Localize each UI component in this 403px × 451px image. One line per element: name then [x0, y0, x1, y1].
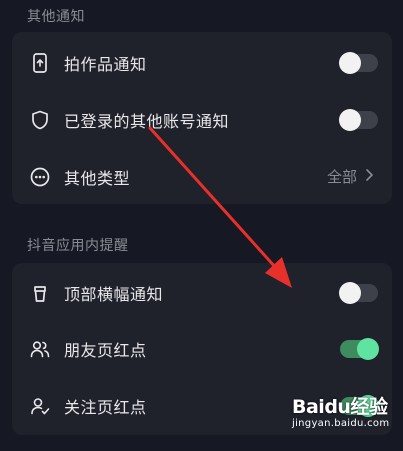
row-other-types[interactable]: 其他类型 全部 [12, 148, 392, 205]
notification-settings-page: 其他通知 拍作品通知 已登录的其他账号通知 其他类型 全部 抖音应用内提醒 顶部… [0, 0, 403, 451]
chevron-right-icon [365, 168, 374, 186]
baidu-watermark: Baidu经验 jingyan.baidu.com [292, 392, 392, 429]
other-notifications-card: 拍作品通知 已登录的其他账号通知 其他类型 全部 [12, 32, 392, 204]
phone-upload-icon [28, 51, 52, 75]
row-label: 其他类型 [64, 168, 131, 188]
other-accounts-toggle[interactable] [339, 108, 378, 131]
row-other-accounts-notification[interactable]: 已登录的其他账号通知 [12, 91, 392, 148]
toggle-knob [339, 51, 361, 74]
row-top-banner-notification[interactable]: 顶部横幅通知 [12, 264, 392, 321]
more-circle-icon [28, 165, 52, 189]
section-title-in-app-reminders: 抖音应用内提醒 [27, 238, 129, 254]
row-friends-page-red-dot[interactable]: 朋友页红点 [12, 320, 392, 377]
toggle-knob [339, 281, 361, 304]
baidu-jingyan-logo: Baidu经验 [292, 396, 388, 418]
cup-icon [28, 281, 52, 305]
friends-page-red-dot-toggle[interactable] [340, 337, 379, 360]
top-banner-toggle[interactable] [339, 281, 378, 304]
user-check-icon [28, 394, 52, 418]
toggle-knob [339, 108, 361, 131]
watermark-url: jingyan.baidu.com [292, 418, 390, 429]
row-shoot-works-notification[interactable]: 拍作品通知 [12, 34, 392, 91]
other-types-value[interactable]: 全部 [327, 167, 374, 187]
section-title-other-notifications: 其他通知 [27, 9, 85, 25]
other-types-value-text: 全部 [326, 168, 357, 186]
toggle-knob [357, 337, 379, 360]
shield-icon [28, 108, 52, 132]
row-label: 已登录的其他账号通知 [64, 111, 230, 131]
row-label: 顶部横幅通知 [64, 284, 164, 304]
shoot-works-toggle[interactable] [339, 51, 378, 74]
friends-icon [28, 337, 52, 361]
row-label: 关注页红点 [64, 397, 147, 417]
row-label: 拍作品通知 [64, 54, 147, 74]
row-label: 朋友页红点 [64, 340, 147, 360]
